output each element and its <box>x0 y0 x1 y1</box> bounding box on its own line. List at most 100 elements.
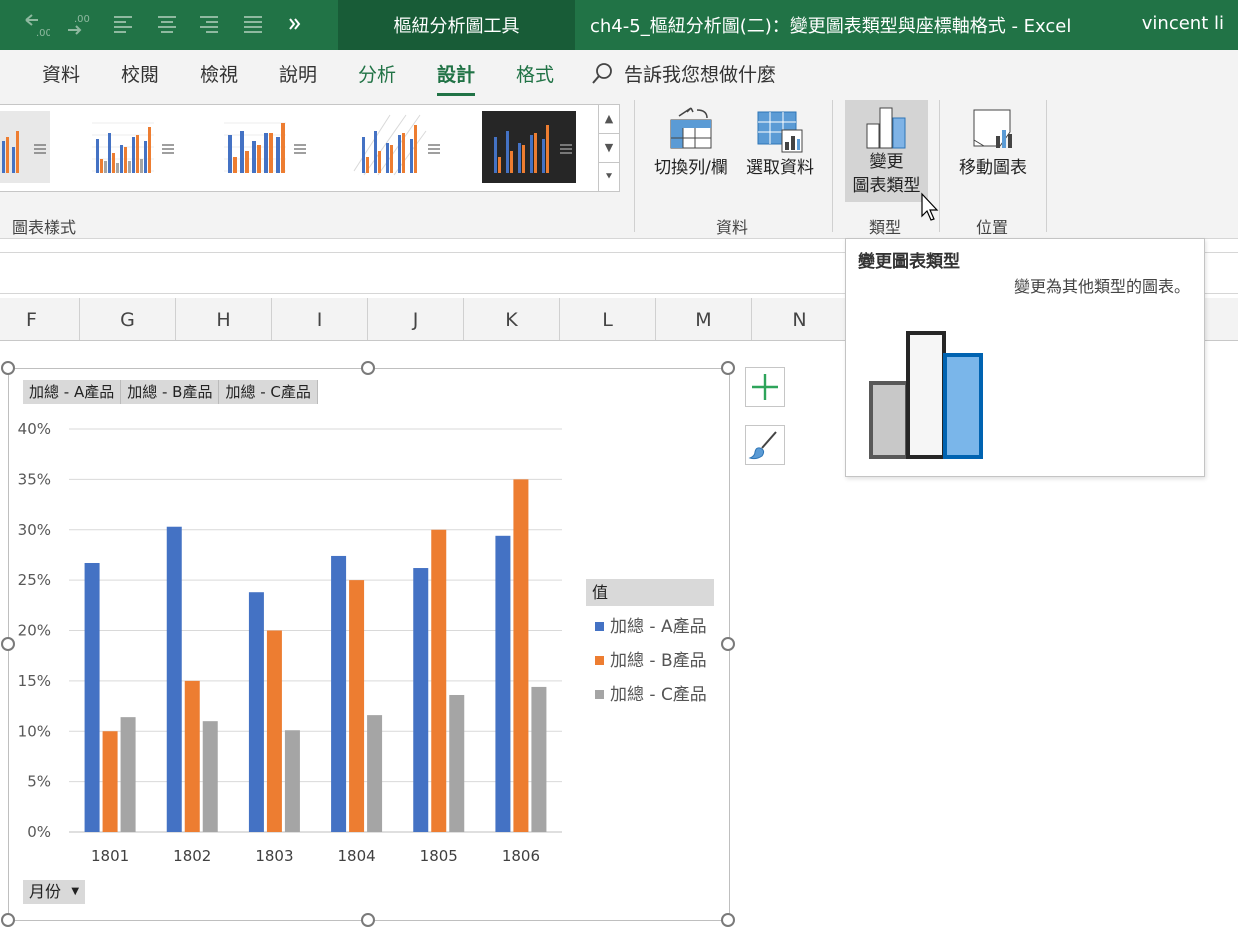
context-tab-label: 樞紐分析圖工具 <box>393 16 520 37</box>
legend-title-button[interactable]: 值 <box>586 579 714 606</box>
tab-data[interactable]: 資料 <box>42 60 80 87</box>
select-data-button[interactable]: 選取資料 <box>740 102 820 190</box>
bar-a-1802 <box>166 526 182 832</box>
tab-analyze[interactable]: 分析 <box>358 60 396 87</box>
bar-c-1804 <box>367 715 383 832</box>
bar-c-1806 <box>531 686 547 832</box>
select-data-icon <box>740 102 820 156</box>
chart-styles-gallery <box>0 104 599 192</box>
chart-style-thumbnail[interactable] <box>0 111 50 183</box>
move-chart-icon <box>950 102 1036 156</box>
axis-field-label: 月份 <box>29 882 62 901</box>
resize-handle-top[interactable] <box>361 361 375 375</box>
y-tick-label: 40% <box>18 420 51 438</box>
chart-elements-button[interactable] <box>745 367 785 407</box>
change-chart-type-label-2: 圖表類型 <box>852 176 921 196</box>
tab-review[interactable]: 校閱 <box>121 60 159 87</box>
chart-type-illustration-icon <box>868 329 988 465</box>
dropdown-arrow-icon[interactable]: ▼ <box>71 880 79 904</box>
y-tick-label: 5% <box>27 773 51 791</box>
y-tick-label: 30% <box>18 521 51 539</box>
bar-a-1806 <box>495 535 511 832</box>
chart-style-thumbnail[interactable] <box>350 111 444 183</box>
bar-b-1806 <box>513 479 529 832</box>
select-data-label: 選取資料 <box>746 158 814 178</box>
move-chart-button[interactable]: 移動圖表 <box>950 102 1036 190</box>
search-icon[interactable] <box>590 62 614 90</box>
align-left-icon[interactable] <box>112 14 134 38</box>
legend-item-b: 加總 - B產品 <box>595 646 707 671</box>
column-header-i[interactable]: I <box>272 298 368 340</box>
x-tick-label: 1805 <box>420 847 458 865</box>
resize-handle-left[interactable] <box>1 637 15 651</box>
bar-a-1803 <box>248 592 264 832</box>
bar-c-1802 <box>202 721 218 832</box>
redo-icon[interactable]: .00 <box>66 12 94 42</box>
more-icon[interactable] <box>288 16 302 36</box>
align-right-icon[interactable] <box>198 14 220 38</box>
align-center-icon[interactable] <box>156 14 178 38</box>
undo-icon[interactable]: .00 <box>22 12 52 42</box>
change-chart-type-label-1: 變更 <box>869 152 904 172</box>
bar-c-1805 <box>449 694 465 832</box>
legend-swatch-b <box>595 656 604 665</box>
user-name[interactable]: vincent li <box>1142 13 1224 34</box>
axis-field-button-month[interactable]: 月份 ▼ <box>23 880 86 904</box>
column-header-f[interactable]: F <box>0 298 80 340</box>
legend-label-b: 加總 - B產品 <box>610 651 707 671</box>
chart-style-thumbnail-dark[interactable] <box>482 111 576 183</box>
resize-handle-bottom-left[interactable] <box>1 913 15 927</box>
x-tick-label: 1804 <box>337 847 375 865</box>
legend-swatch-a <box>595 622 604 631</box>
change-chart-type-tooltip: 變更圖表類型 變更為其他類型的圖表。 <box>845 238 1205 477</box>
group-separator <box>634 100 635 232</box>
resize-handle-bottom[interactable] <box>361 913 375 927</box>
column-header-n[interactable]: N <box>752 298 848 340</box>
resize-handle-right[interactable] <box>721 637 735 651</box>
resize-handle-bottom-right[interactable] <box>721 913 735 927</box>
column-header-k[interactable]: K <box>464 298 560 340</box>
paintbrush-icon <box>748 431 777 460</box>
x-tick-label: 1802 <box>173 847 211 865</box>
group-label-location: 位置 <box>976 218 1009 237</box>
gallery-scroll-down[interactable]: ▼ <box>598 133 620 163</box>
bar-c-1803 <box>284 730 300 832</box>
column-header-j[interactable]: J <box>368 298 464 340</box>
x-tick-label: 1801 <box>91 847 129 865</box>
chart-style-thumbnail[interactable] <box>216 111 310 183</box>
ribbon-tabs: ： 資料 校閱 檢視 說明 分析 設計 格式 告訴我您想做什麼 <box>0 50 1238 96</box>
chart-style-thumbnail[interactable] <box>84 111 178 183</box>
x-tick-label: 1806 <box>502 847 540 865</box>
chart-styles-button[interactable] <box>745 425 785 465</box>
pivot-chart[interactable]: 加總 - A產品 加總 - B產品 加總 - C產品 0% 5% 10% 15% 20%… <box>8 368 730 921</box>
tab-format[interactable]: 格式 <box>516 60 554 87</box>
column-header-g[interactable]: G <box>80 298 176 340</box>
column-header-m[interactable]: M <box>656 298 752 340</box>
justify-icon[interactable] <box>242 14 264 38</box>
resize-handle-top-left[interactable] <box>1 361 15 375</box>
bar-b-1802 <box>184 680 200 832</box>
title-bar: .00 .00 樞紐分析圖工具 ch4-5_樞紐分析圖(二)：變更圖表類型與座標… <box>0 0 1238 50</box>
tab-design[interactable]: 設計 <box>437 60 476 96</box>
switch-row-column-icon <box>648 102 734 156</box>
column-header-h[interactable]: H <box>176 298 272 340</box>
tab-help[interactable]: 說明 <box>279 60 317 87</box>
svg-text:.00: .00 <box>74 14 90 25</box>
tab-view[interactable]: 檢視 <box>200 60 238 87</box>
tell-me-search[interactable]: 告訴我您想做什麼 <box>624 60 776 87</box>
resize-handle-top-right[interactable] <box>721 361 735 375</box>
legend-swatch-c <box>595 690 604 699</box>
svg-text:.00: .00 <box>36 28 50 38</box>
legend-label-c: 加總 - C產品 <box>610 685 707 705</box>
switch-row-column-button[interactable]: 切換列/欄 <box>648 102 734 190</box>
group-separator <box>832 100 833 232</box>
bar-a-1801 <box>84 562 100 832</box>
change-chart-type-button[interactable]: 變更 圖表類型 <box>845 100 928 202</box>
gallery-more[interactable]: ⯆ <box>598 162 620 192</box>
gallery-scroll-up[interactable]: ▲ <box>598 104 620 134</box>
context-tab-pivotchart-tools: 樞紐分析圖工具 <box>338 0 575 50</box>
y-tick-label: 15% <box>18 672 51 690</box>
legend-label-a: 加總 - A產品 <box>610 617 707 637</box>
column-header-l[interactable]: L <box>560 298 656 340</box>
tab-partial[interactable]: ： <box>0 60 7 87</box>
